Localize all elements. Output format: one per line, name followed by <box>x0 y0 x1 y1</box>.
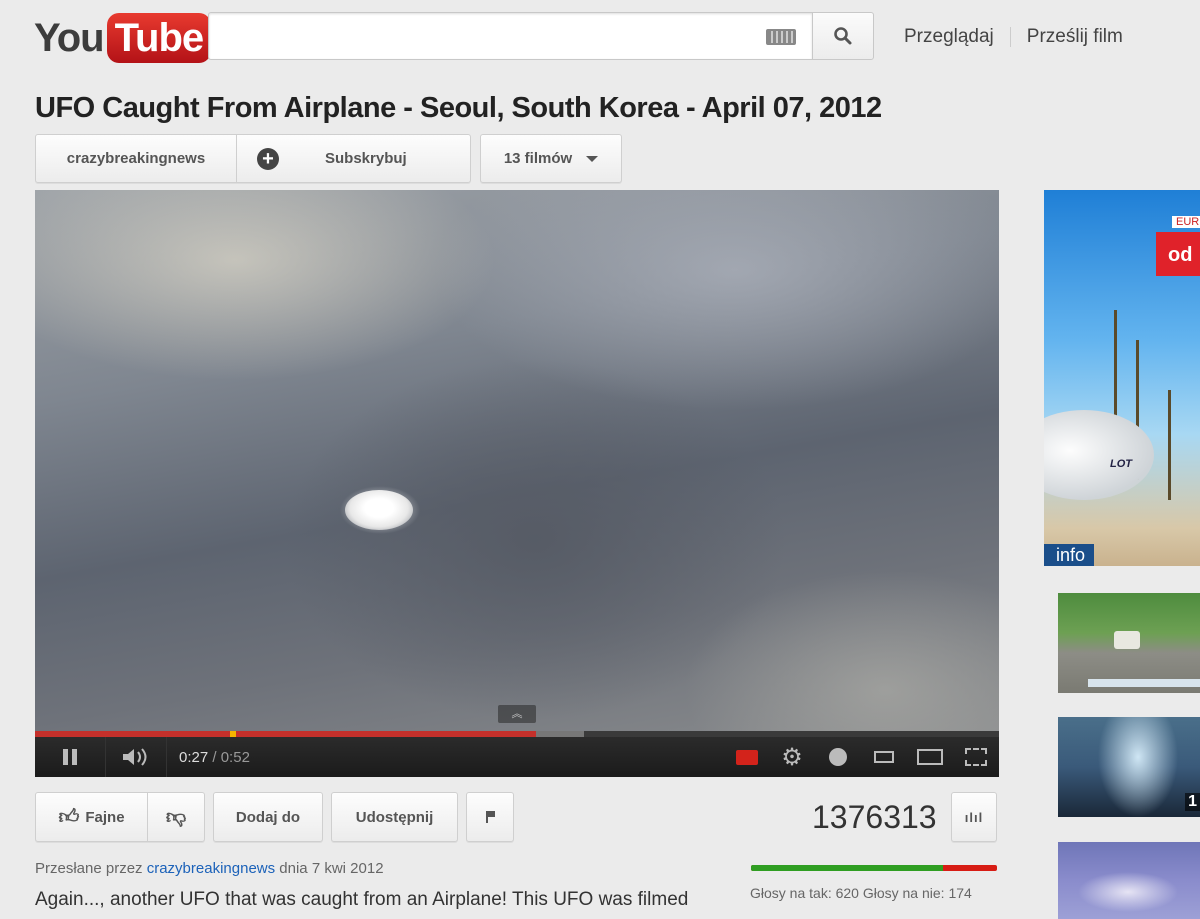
keyboard-icon[interactable] <box>766 29 796 45</box>
search-button[interactable] <box>812 12 874 60</box>
plus-icon: + <box>257 147 279 170</box>
time-display: 0:27 / 0:52 <box>167 737 250 777</box>
nav-browse-link[interactable]: Przeglądaj <box>904 26 994 48</box>
nav-upload-link[interactable]: Prześlij film <box>1027 26 1123 48</box>
like-dislike-group: 👍︎ Fajne 👎︎ <box>35 792 205 842</box>
thumbs-up-icon: 👍︎ <box>58 806 80 828</box>
watch-later-icon[interactable] <box>815 737 861 777</box>
ad-brand: LOT <box>1110 458 1132 470</box>
subscribe-label: Subskrybuj <box>325 150 407 167</box>
thumbnail-ticker <box>1088 679 1200 687</box>
large-player-icon[interactable] <box>907 737 953 777</box>
youtube-logo[interactable]: You Tube <box>34 10 212 66</box>
expand-annotations-icon[interactable]: ︽ <box>498 705 536 723</box>
logo-tube-text: Tube <box>106 13 212 63</box>
upload-info: Przesłane przez crazybreakingnews dnia 7… <box>35 860 384 877</box>
uploader-link[interactable]: crazybreakingnews <box>147 860 275 877</box>
chevron-down-icon <box>586 155 599 162</box>
thumbnail-car <box>1114 631 1140 649</box>
stats-button[interactable]: ılıl <box>951 792 997 842</box>
add-to-button[interactable]: Dodaj do <box>213 792 323 842</box>
dislike-button[interactable]: 👎︎ <box>148 793 204 841</box>
gear-icon[interactable]: ⚙ <box>769 737 815 777</box>
sidebar-ad[interactable]: EUR od LOT info <box>1044 190 1200 566</box>
logo-you-text: You <box>34 15 105 60</box>
nav-divider <box>1009 27 1011 47</box>
related-video-thumbnail[interactable] <box>1058 842 1200 919</box>
stats-icon: ılıl <box>964 809 984 825</box>
channel-videos-dropdown[interactable]: 13 filmów <box>480 134 622 183</box>
video-player[interactable]: ︽ 0:27 / 0:52 ⚙ <box>35 190 999 777</box>
search-icon <box>834 27 852 45</box>
ad-banner-top: EUR <box>1172 216 1200 228</box>
uploaded-date: dnia 7 kwi 2012 <box>275 860 384 877</box>
channel-subscribe-group: crazybreakingnews + Subskrybuj <box>35 134 471 183</box>
share-button[interactable]: Udostępnij <box>331 792 458 842</box>
pause-icon[interactable] <box>35 737 105 777</box>
duration: 0:52 <box>220 748 250 766</box>
small-player-icon[interactable] <box>861 737 907 777</box>
channel-name-button[interactable]: crazybreakingnews <box>36 135 237 182</box>
flag-button[interactable] <box>466 792 514 842</box>
rating-like-fill <box>751 865 944 871</box>
video-frame[interactable]: ︽ <box>35 190 999 731</box>
subscribe-button[interactable]: + Subskrybuj <box>237 135 470 182</box>
ufo-object <box>345 490 413 530</box>
thumbs-down-icon: 👎︎ <box>165 806 187 828</box>
related-video-thumbnail[interactable] <box>1058 593 1200 693</box>
like-label: Fajne <box>85 808 125 826</box>
ad-banner-text: od <box>1168 244 1193 266</box>
ad-airplane: LOT <box>1044 390 1200 510</box>
rating-bar <box>751 865 997 871</box>
thumbnail-duration: 1 <box>1185 793 1200 811</box>
captions-icon[interactable] <box>725 737 769 777</box>
flag-icon <box>486 811 495 823</box>
time-separator: / <box>208 748 221 766</box>
related-video-thumbnail[interactable]: 1 <box>1058 717 1200 817</box>
player-controls: 0:27 / 0:52 ⚙ <box>35 737 999 777</box>
video-description: Again..., another UFO that was caught fr… <box>35 889 689 910</box>
search-bar <box>208 12 874 60</box>
uploaded-prefix: Przesłane przez <box>35 860 147 877</box>
top-nav: Przeglądaj Prześlij film <box>904 26 1123 48</box>
search-input[interactable] <box>208 12 812 60</box>
fullscreen-icon[interactable] <box>953 737 999 777</box>
current-time: 0:27 <box>179 748 209 766</box>
channel-videos-label: 13 filmów <box>503 150 573 167</box>
vote-counts: Głosy na tak: 620 Głosy na nie: 174 <box>750 885 972 901</box>
ad-info-label[interactable]: info <box>1044 544 1094 566</box>
like-button[interactable]: 👍︎ Fajne <box>36 793 148 841</box>
video-title: UFO Caught From Airplane - Seoul, South … <box>35 92 882 124</box>
ad-price-banner: EUR od <box>1156 216 1200 276</box>
volume-icon[interactable] <box>106 737 166 777</box>
view-count: 1376313 <box>812 799 937 835</box>
